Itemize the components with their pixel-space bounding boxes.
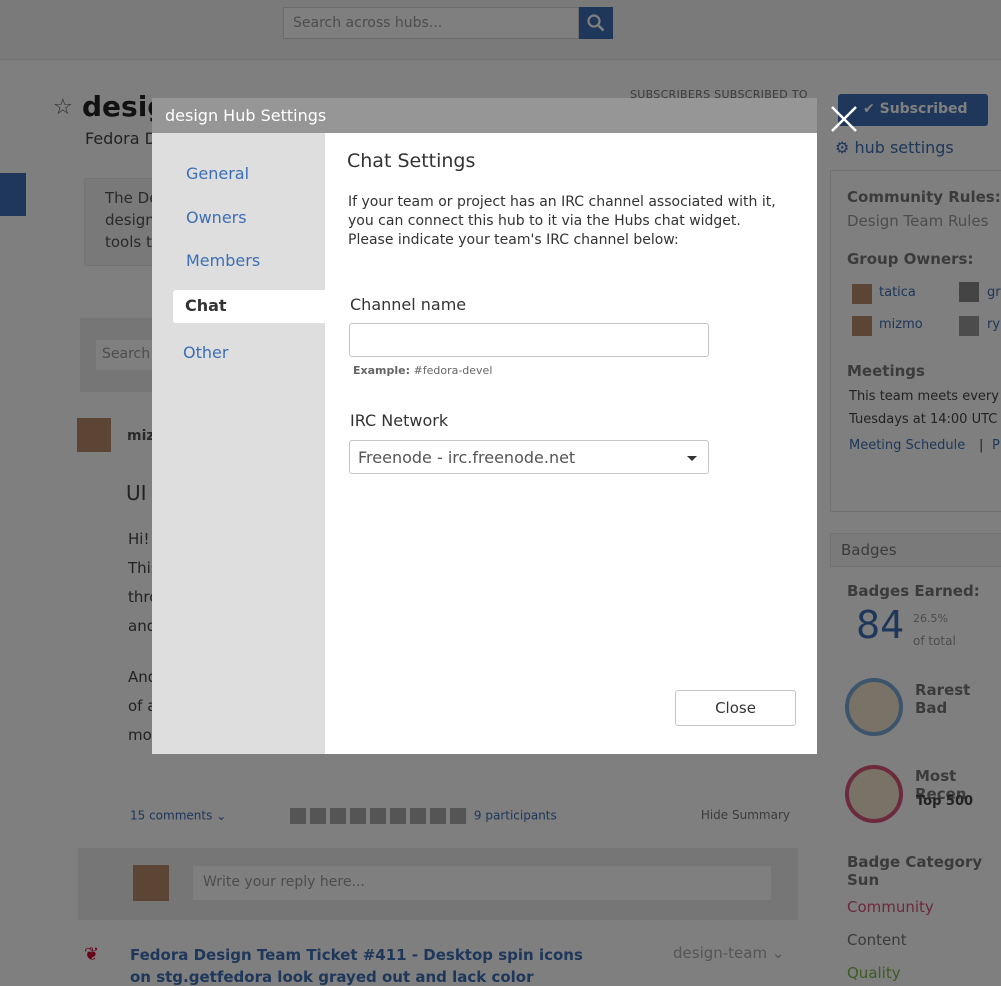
- nav-item-members[interactable]: Members: [186, 251, 260, 270]
- settings-nav: General Owners Members Chat Other: [152, 133, 325, 754]
- nav-item-chat[interactable]: Chat: [173, 290, 325, 323]
- channel-name-input[interactable]: [349, 323, 709, 357]
- chat-settings-intro: If your team or project has an IRC chann…: [348, 194, 776, 248]
- chat-settings-title: Chat Settings: [347, 150, 476, 172]
- channel-name-label: Channel name: [350, 295, 467, 314]
- chat-settings-panel: Chat Settings If your team or project ha…: [325, 133, 817, 754]
- channel-example: Example: #fedora-devel: [353, 364, 492, 377]
- modal-title: design Hub Settings: [152, 98, 817, 133]
- nav-item-owners[interactable]: Owners: [186, 208, 247, 227]
- nav-item-other[interactable]: Other: [183, 343, 228, 362]
- irc-network-select[interactable]: Freenode - irc.freenode.net: [349, 440, 709, 474]
- hub-settings-modal: design Hub Settings General Owners Membe…: [152, 98, 817, 754]
- nav-item-general[interactable]: General: [186, 164, 249, 183]
- close-button[interactable]: Close: [675, 690, 796, 726]
- example-value: #fedora-devel: [413, 364, 493, 377]
- irc-network-value: Freenode - irc.freenode.net: [358, 448, 576, 467]
- irc-network-label: IRC Network: [350, 411, 449, 430]
- close-x-icon[interactable]: [829, 104, 859, 134]
- example-label: Example:: [353, 364, 410, 377]
- caret-down-icon: [687, 456, 697, 461]
